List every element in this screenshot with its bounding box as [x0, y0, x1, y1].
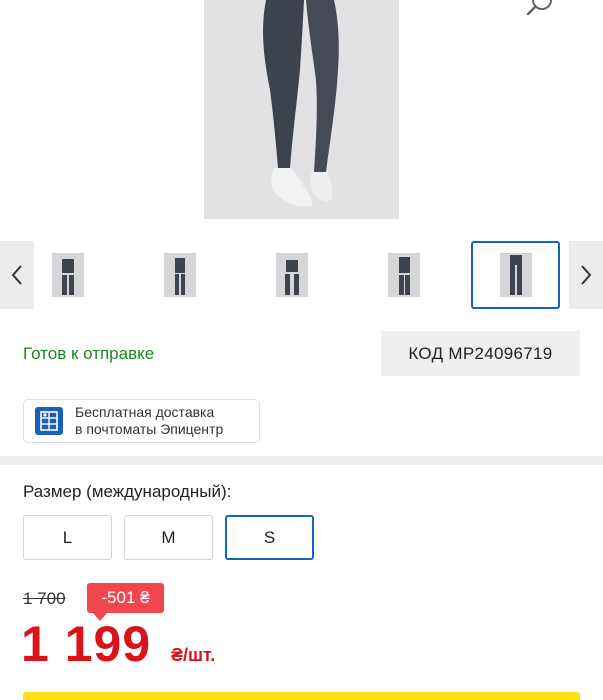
thumbnail-image	[387, 253, 420, 297]
discount-value: -501 ₴	[101, 588, 150, 607]
thumbnail-image	[51, 253, 84, 297]
availability-status: Готов к отправке	[23, 344, 155, 363]
size-option-m[interactable]: M	[124, 515, 213, 560]
thumbnail-image	[499, 253, 532, 297]
chevron-right-icon	[581, 265, 592, 285]
carousel-next-button[interactable]	[569, 241, 603, 309]
parcel-locker-icon	[35, 407, 63, 435]
delivery-line-2: в почтоматы Эпицентр	[75, 421, 224, 437]
discount-badge: -501 ₴	[87, 583, 164, 621]
current-price: 1 199	[21, 616, 152, 672]
price-unit: ₴/шт.	[171, 645, 216, 665]
delivery-line-1: Бесплатная доставка	[75, 404, 215, 420]
chevron-left-icon	[11, 265, 22, 285]
size-option-l[interactable]: L	[23, 515, 112, 560]
thumbnail-4[interactable]	[359, 241, 448, 309]
size-title: Размер (международный):	[23, 482, 232, 501]
leggings-photo	[204, 0, 399, 219]
thumbnail-2[interactable]	[135, 241, 224, 309]
thumbnail-image	[275, 253, 308, 297]
size-option-s[interactable]: S	[225, 515, 314, 560]
delivery-text: Бесплатная доставка в почтоматы Эпицентр	[75, 404, 223, 438]
product-code: КОД МР24096719	[381, 331, 580, 376]
thumbnail-image	[163, 253, 196, 297]
thumbnail-5[interactable]	[471, 241, 560, 309]
section-divider	[0, 456, 603, 465]
thumbnail-carousel	[0, 241, 603, 309]
product-main-image[interactable]	[204, 0, 399, 219]
thumbnail-3[interactable]	[247, 241, 336, 309]
delivery-info-card[interactable]: Бесплатная доставка в почтоматы Эпицентр	[23, 399, 260, 443]
buy-button[interactable]	[23, 692, 580, 700]
zoom-icon[interactable]	[522, 0, 556, 18]
old-price: 1 700	[23, 589, 66, 608]
thumbnail-1[interactable]	[23, 241, 112, 309]
